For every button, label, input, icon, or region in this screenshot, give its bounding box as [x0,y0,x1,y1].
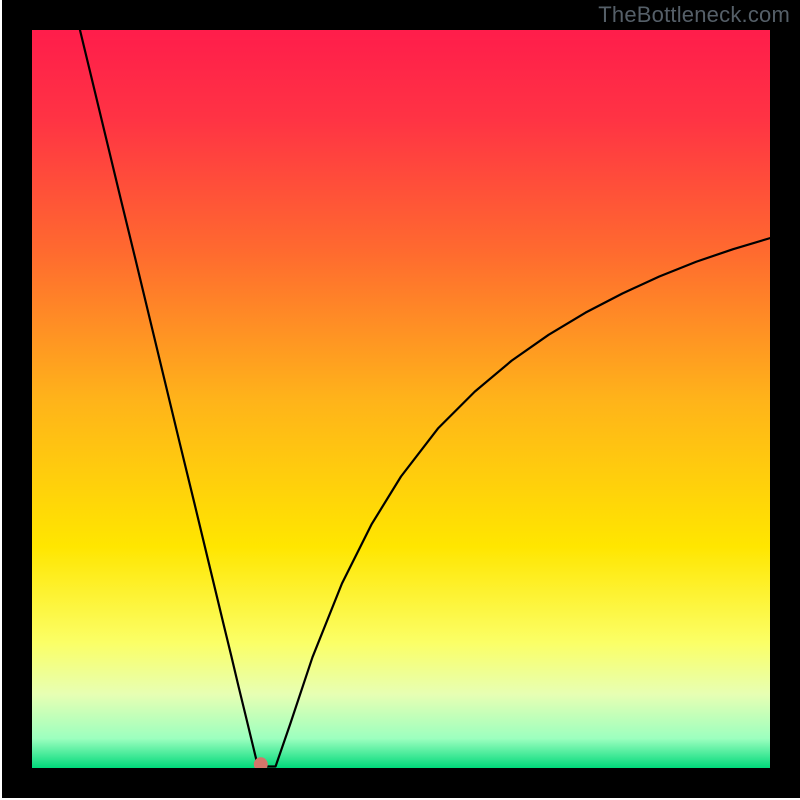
chart-plot [0,0,800,800]
watermark-text: TheBottleneck.com [598,2,790,28]
chart-root: TheBottleneck.com [0,0,800,800]
gradient-background [32,30,770,768]
